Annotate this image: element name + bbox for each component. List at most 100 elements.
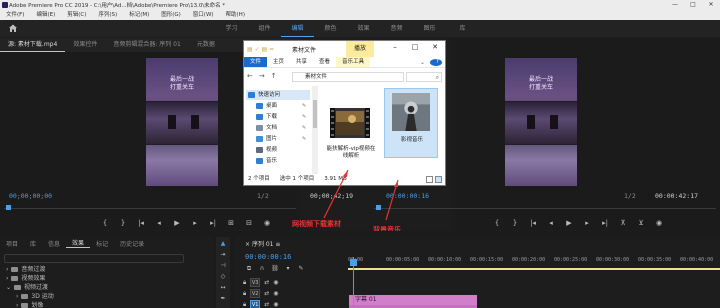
workspace-tab-color[interactable]: 颜色 (314, 20, 347, 37)
tab-info[interactable]: 信息 (42, 239, 66, 248)
tab-sequence-01[interactable]: × 序列 01 ≡ (245, 239, 280, 248)
details-view-icon[interactable] (426, 176, 433, 183)
address-path[interactable]: 素材文件 (292, 72, 404, 82)
program-mark-out-icon[interactable]: } (510, 218, 520, 228)
ribbon-expand-icon[interactable]: ⌄ (414, 57, 431, 68)
slip-tool-icon[interactable]: ↔ (219, 284, 227, 292)
insert-icon[interactable]: ⊞ (226, 218, 236, 228)
source-video-frame[interactable]: 最后一战 打重关车 (146, 58, 218, 186)
menu-marker[interactable]: 标记(M) (123, 10, 155, 20)
mark-in-icon[interactable]: { (100, 218, 110, 228)
snap-icon[interactable]: ∩ (258, 265, 266, 273)
razor-tool-icon[interactable]: ◇ (219, 273, 227, 281)
maximize-button[interactable]: □ (684, 0, 702, 10)
track-label[interactable]: V3 (250, 278, 261, 287)
explorer-close-icon[interactable]: ✕ (425, 41, 445, 53)
wrench-icon[interactable]: ✎ (297, 265, 305, 273)
lock-icon[interactable]: 🔒︎ (243, 290, 246, 298)
source-timeline-ruler[interactable] (4, 208, 296, 209)
add-marker-icon[interactable]: ▾ (284, 265, 292, 273)
forward-arrow-icon[interactable]: → (259, 72, 265, 80)
step-forward-icon[interactable]: ▸ (190, 218, 200, 228)
minimize-button[interactable]: — (666, 0, 684, 10)
eye-icon[interactable]: ◉ (273, 279, 278, 286)
program-go-to-out-icon[interactable]: ▸| (600, 218, 610, 228)
ribbon-share-tab[interactable]: 共享 (290, 57, 313, 67)
sync-lock-icon[interactable]: ⇄ (264, 301, 269, 308)
source-playhead[interactable] (6, 205, 11, 210)
tab-markers[interactable]: 标记 (90, 239, 114, 248)
large-icons-view-icon[interactable] (435, 176, 442, 183)
go-to-in-icon[interactable]: |◂ (136, 218, 146, 228)
nav-downloads[interactable]: 下载 (256, 112, 277, 122)
ribbon-music-tools-tab[interactable]: 音乐工具 (336, 57, 371, 67)
workspace-tab-assembly[interactable]: 组件 (248, 20, 281, 37)
pen-tool-icon[interactable]: ✒ (219, 295, 227, 303)
program-step-back-icon[interactable]: ◂ (546, 218, 556, 228)
effects-tree-item[interactable]: › 3D 运动 (16, 292, 54, 301)
search-box[interactable]: ⌕ (406, 72, 442, 82)
overwrite-icon[interactable]: ⊟ (244, 218, 254, 228)
step-back-icon[interactable]: ◂ (154, 218, 164, 228)
title-clip[interactable]: 字幕 01 (349, 295, 477, 305)
tab-effect-controls[interactable]: 效果控件 (65, 38, 105, 52)
effects-search-input[interactable] (4, 254, 184, 263)
effects-tree-item[interactable]: › 划像 (16, 301, 43, 308)
tab-metadata[interactable]: 元数据 (189, 38, 223, 52)
selection-tool-icon[interactable]: ▲ (219, 240, 227, 248)
menu-help[interactable]: 帮助(H) (220, 10, 251, 20)
linked-selection-icon[interactable]: ⛓ (271, 265, 279, 273)
effects-tree-item[interactable]: ⌄ 视频过渡 (6, 283, 48, 292)
track-select-tool-icon[interactable]: ⇥ (219, 251, 227, 259)
sync-lock-icon[interactable]: ⇄ (264, 290, 269, 297)
play-icon[interactable]: ▶ (172, 218, 182, 228)
program-export-frame-icon[interactable]: ◉ (654, 218, 664, 228)
nav-quick-access[interactable]: 快速访问 (246, 90, 310, 100)
effects-tree-item[interactable]: › 视频效果 (6, 274, 45, 283)
ribbon-file-tab[interactable]: 文件 (244, 57, 268, 67)
eye-icon[interactable]: ◉ (273, 290, 278, 297)
program-timeline-ruler[interactable] (374, 208, 716, 209)
effects-tree-item[interactable]: › 音频过渡 (6, 265, 45, 274)
file-music-item[interactable]: 影视音乐 (384, 88, 438, 158)
nav-documents[interactable]: 文档 (256, 123, 277, 133)
timeline-timecode[interactable]: 00:00:00:16 (245, 253, 291, 261)
go-to-out-icon[interactable]: ▸| (208, 218, 218, 228)
work-area-bar[interactable] (348, 268, 720, 270)
menu-edit[interactable]: 编辑(E) (30, 10, 61, 20)
menu-window[interactable]: 窗口(W) (187, 10, 220, 20)
nav-desktop[interactable]: 桌面 (256, 101, 277, 111)
up-arrow-icon[interactable]: ↑ (271, 72, 277, 80)
nav-pictures[interactable]: 图片 (256, 134, 277, 144)
program-mark-in-icon[interactable]: { (492, 218, 502, 228)
back-arrow-icon[interactable]: ← (247, 72, 253, 80)
menu-sequence[interactable]: 序列(S) (92, 10, 123, 20)
ripple-edit-tool-icon[interactable]: ⊣ (219, 262, 227, 270)
home-icon[interactable] (8, 23, 18, 33)
help-icon[interactable]: ? (430, 59, 442, 66)
menu-clip[interactable]: 剪辑(C) (61, 10, 92, 20)
program-video-frame[interactable]: 最后一战 打重关车 (505, 58, 577, 186)
workspace-tab-effects[interactable]: 效果 (347, 20, 380, 37)
tab-libraries[interactable]: 库 (24, 239, 42, 248)
program-play-icon[interactable]: ▶ (564, 218, 574, 228)
tab-effects[interactable]: 效果 (66, 238, 91, 248)
tab-source[interactable]: 源: 素材下载.mp4 (0, 38, 66, 52)
track-label[interactable]: V2 (250, 289, 261, 298)
explorer-maximize-icon[interactable]: □ (405, 41, 425, 53)
export-frame-icon[interactable]: ◉ (262, 218, 272, 228)
explorer-minimize-icon[interactable]: – (385, 41, 405, 53)
mark-out-icon[interactable]: } (118, 218, 128, 228)
workspace-tab-graphics[interactable]: 图形 (413, 20, 446, 37)
ribbon-view-tab[interactable]: 查看 (313, 57, 336, 67)
workspace-tab-libraries[interactable]: 库 (446, 20, 479, 37)
menu-graphics[interactable]: 图形(G) (155, 10, 187, 20)
program-go-to-in-icon[interactable]: |◂ (528, 218, 538, 228)
lock-icon[interactable]: 🔒︎ (243, 279, 246, 287)
timeline-playhead[interactable] (350, 259, 357, 266)
workspace-tab-learn[interactable]: 学习 (215, 20, 248, 37)
source-fit-select[interactable]: 1/2 (257, 192, 269, 200)
program-fit-select[interactable]: 1/2 (624, 192, 636, 200)
nav-videos[interactable]: 视频 (256, 145, 277, 155)
close-button[interactable]: ✕ (702, 0, 720, 10)
